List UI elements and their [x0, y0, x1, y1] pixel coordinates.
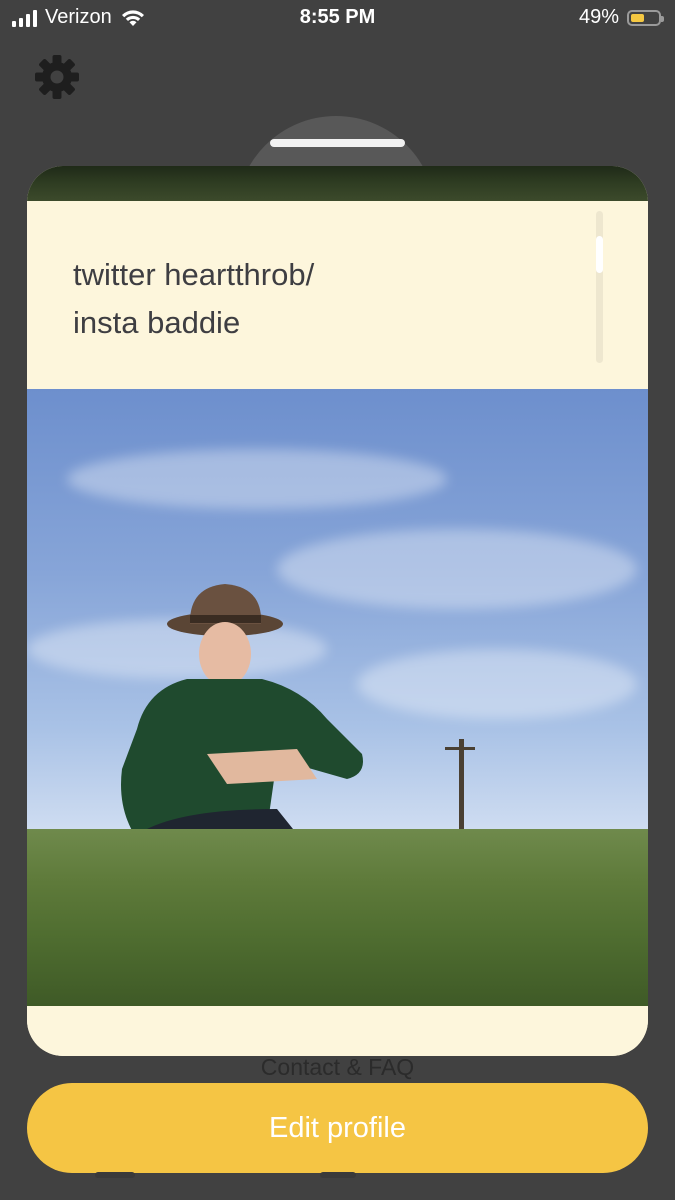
bio-card: twitter heartthrob/insta baddie	[27, 201, 648, 389]
cloud	[67, 449, 447, 509]
battery-icon	[627, 9, 664, 26]
status-time: 8:55 PM	[299, 6, 376, 28]
edit-profile-button[interactable]: Edit profile	[27, 1083, 648, 1173]
scrollbar-thumb[interactable]	[596, 236, 603, 273]
gear-icon[interactable]	[34, 54, 80, 100]
utility-pole	[459, 739, 464, 839]
previous-photo	[27, 166, 648, 201]
tab-bar-hint	[95, 1172, 135, 1178]
scrollbar-track[interactable]	[596, 211, 603, 363]
battery-fill	[631, 13, 644, 22]
sheet-grabber-handle[interactable]	[270, 139, 405, 147]
status-bar: Verizon 8:55 PM 49%	[0, 0, 675, 36]
tab-bar-hint	[320, 1172, 356, 1178]
profile-photo[interactable]	[27, 389, 648, 1006]
grass-field	[27, 829, 648, 1006]
sheet-bottom	[27, 1006, 648, 1056]
profile-preview-sheet[interactable]: twitter heartthrob/insta baddie	[27, 166, 648, 1056]
bio-text: twitter heartthrob/insta baddie	[73, 257, 315, 340]
battery-percent: 49%	[578, 6, 619, 28]
contact-faq-link[interactable]: Contact & FAQ	[0, 1054, 675, 1081]
status-right: 49%	[578, 6, 664, 29]
utility-pole-crossbar	[445, 747, 475, 750]
